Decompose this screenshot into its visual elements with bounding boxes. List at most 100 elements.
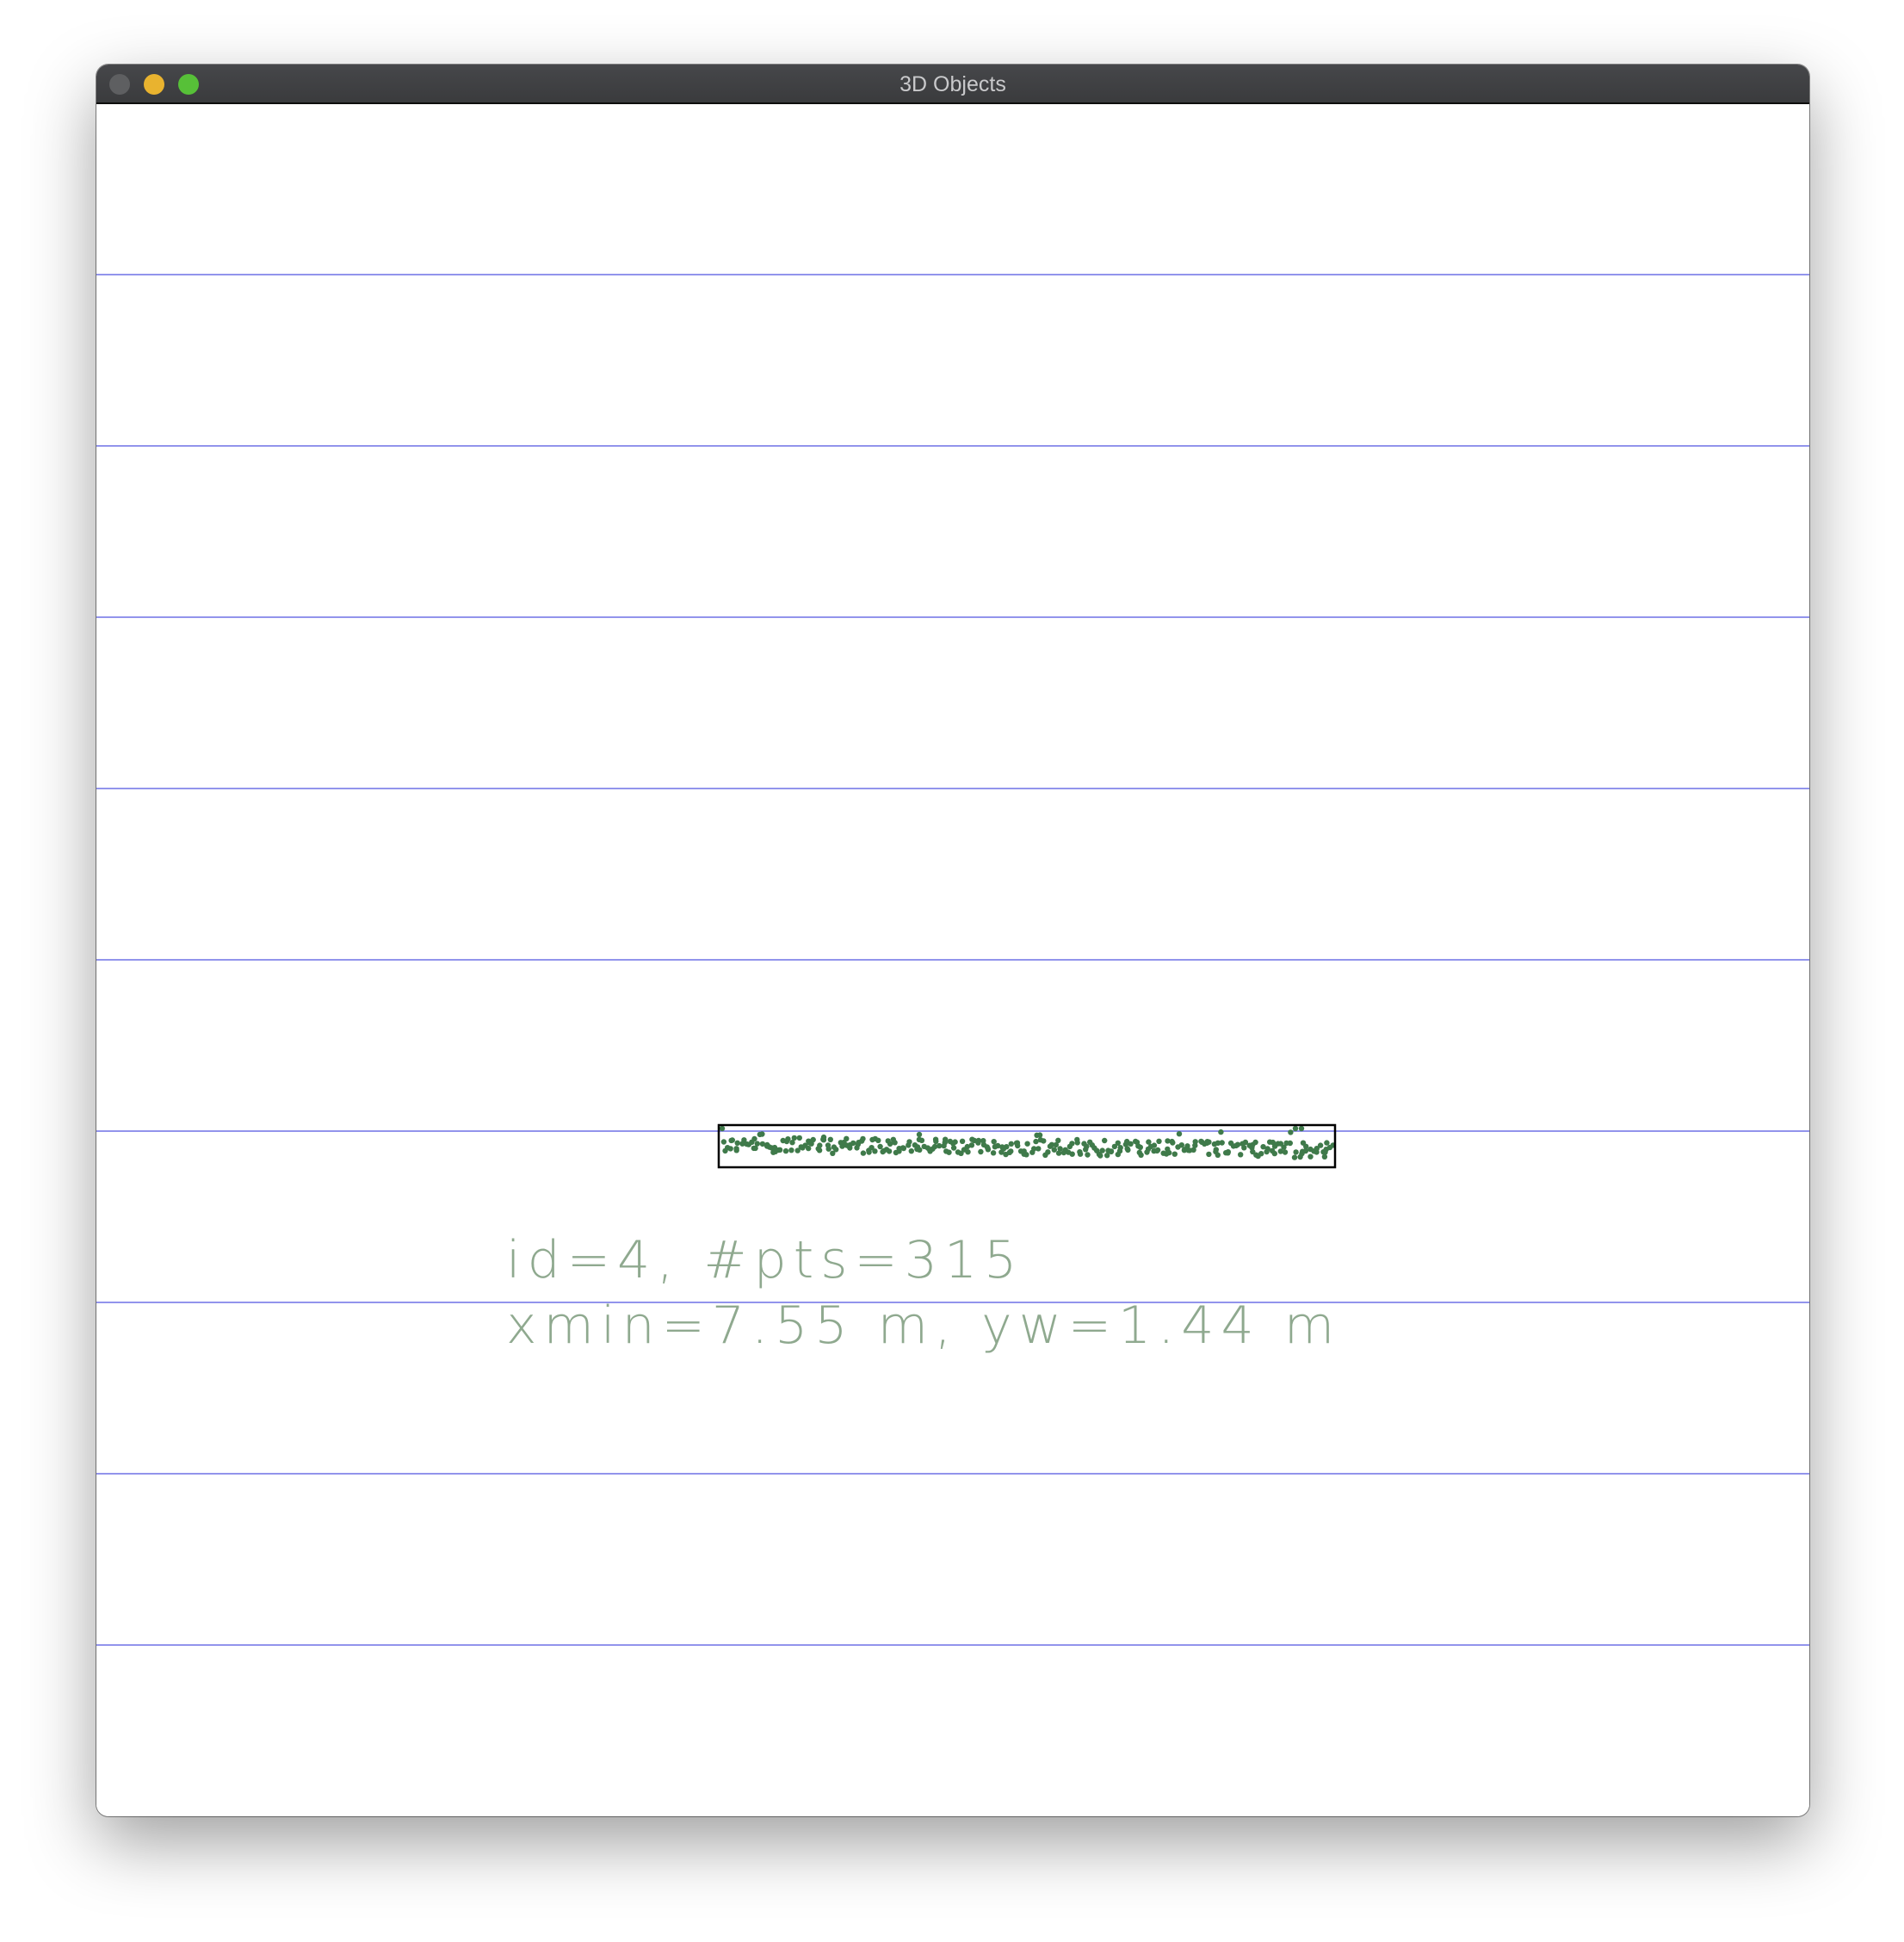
lidar-point [754,1141,760,1147]
lidar-point [1288,1129,1294,1135]
lidar-point [1008,1141,1015,1147]
lidar-point [965,1149,971,1155]
lidar-point [1084,1143,1090,1150]
lidar-point [1238,1152,1244,1158]
lidar-point [978,1148,984,1155]
lidar-point [783,1138,790,1145]
lidar-point [1287,1140,1294,1147]
lidar-point [850,1140,856,1147]
lidar-point [1128,1141,1134,1147]
lidar-point [927,1148,933,1154]
lidar-point [1234,1141,1241,1147]
distance-grid [96,274,1809,1646]
lidar-point [1258,1151,1264,1157]
lidar-point [1326,1144,1333,1151]
lidar-point [827,1136,833,1143]
lidar-point [1225,1150,1231,1156]
lidar-point [1292,1125,1299,1132]
lidar-point [757,1131,763,1138]
lidar-point [1166,1149,1172,1156]
lidar-point [887,1141,893,1147]
lidar-point [991,1139,997,1145]
lidar-point [1298,1125,1305,1132]
title-bar[interactable]: 3D Objects [96,65,1809,104]
lidar-point [1074,1140,1080,1146]
lidar-point [1302,1147,1309,1154]
lidar-point [1041,1138,1047,1144]
lidar-point [952,1139,958,1145]
lidar-point [1116,1147,1123,1154]
lidar-point [943,1136,949,1142]
lidar-point [968,1142,975,1148]
lidar-point [1108,1148,1115,1154]
lidar-point [720,1139,727,1145]
lidar-point [1069,1151,1075,1157]
lidar-point [1215,1152,1221,1159]
lidar-point [810,1136,816,1143]
lidar-point [796,1135,802,1141]
lidar-point [751,1135,757,1142]
lidar-point [899,1145,906,1151]
lidar-point [1206,1139,1212,1145]
lidar-point [825,1142,831,1148]
lidar-point [860,1150,867,1156]
lidar-point [1097,1153,1103,1159]
lidar-point [975,1140,981,1146]
lidar-point [1176,1131,1183,1137]
lidar-point [1206,1151,1212,1158]
lidar-point [1282,1149,1289,1155]
window-title: 3D Objects [899,72,1006,96]
lidar-point [877,1143,883,1150]
lidar-point [1051,1147,1058,1153]
lidar-point [833,1147,839,1153]
lidar-point [1138,1152,1144,1159]
lidar-point [918,1137,925,1144]
lidar-point [1291,1154,1298,1160]
lidar-point [728,1137,734,1144]
lidar-point [1314,1149,1320,1155]
lidar-point [1115,1140,1122,1147]
lidar-point [1004,1144,1010,1150]
lidar-point [1213,1147,1220,1153]
lidar-point [985,1145,991,1152]
object-id-label: id=4, #pts=315 [506,1230,1024,1290]
lidar-point [886,1148,893,1154]
lidar-point [820,1137,827,1143]
lidar-point [1015,1142,1021,1149]
lidar-point [916,1131,923,1138]
lidar-point [733,1146,739,1152]
lidar-point [1324,1140,1330,1146]
lidar-point [1055,1137,1061,1144]
lidar-point [1008,1148,1014,1154]
lidar-point [844,1135,850,1142]
lidar-point [788,1147,794,1153]
lidar-point [1154,1147,1160,1154]
lidar-point [1085,1152,1091,1158]
lidar-point [1099,1147,1105,1153]
lidar-point [1024,1141,1030,1147]
lidar-point [744,1141,750,1147]
lidar-point [791,1135,797,1141]
lidar-point [1137,1144,1144,1151]
lidar-point [1219,1140,1225,1146]
lidar-point [817,1142,823,1148]
lidar-point [1218,1129,1224,1135]
object-distance-label: xmin=7.55 m, yw=1.44 m [506,1296,1342,1356]
lidar-point [722,1147,728,1154]
lidar-point [1170,1140,1176,1146]
topview-svg [96,274,1809,1646]
lidar-point [1156,1138,1162,1145]
lidar-point [917,1147,923,1153]
lidar-point [908,1148,914,1154]
lidar-point [1069,1141,1075,1147]
lidar-point [1317,1142,1324,1148]
lidar-point [1077,1151,1084,1157]
lidar-point [816,1147,823,1153]
lidar-point [1171,1151,1178,1157]
lidar-point [1045,1149,1051,1155]
lidar-point [875,1137,881,1144]
lidar-point [980,1138,986,1144]
lidar-point [959,1138,966,1145]
lidar-point [734,1140,740,1147]
lidar-point [1307,1153,1314,1160]
